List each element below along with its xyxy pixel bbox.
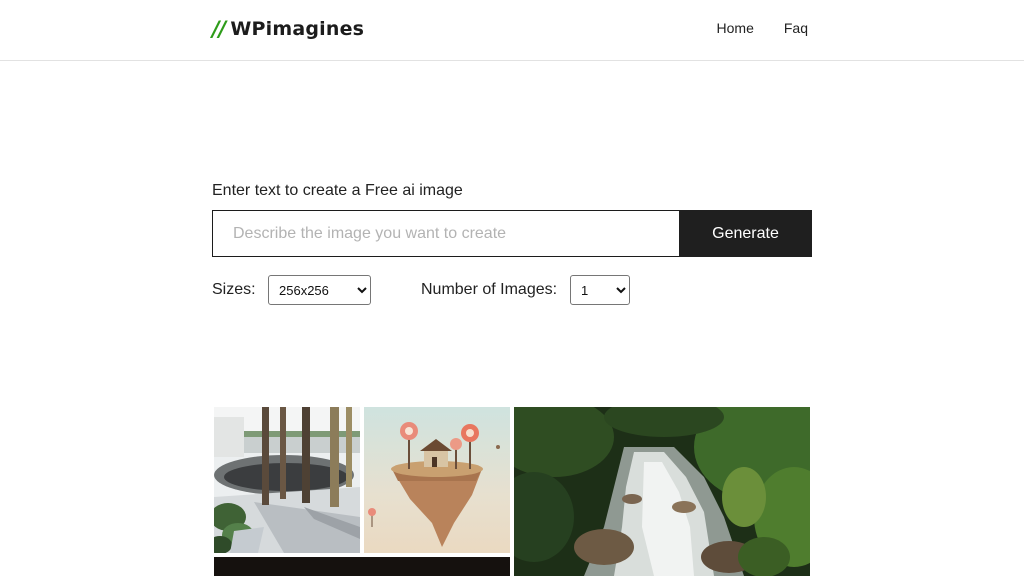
gallery-image-courtyard[interactable]: [214, 407, 360, 553]
waterfall-image: [514, 407, 810, 576]
generation-options: Sizes: 256x256 Number of Images: 1: [212, 275, 812, 305]
nav-home-link[interactable]: Home: [717, 20, 754, 36]
generate-button[interactable]: Generate: [679, 210, 812, 257]
floating-island-image: [364, 407, 510, 553]
sizes-label: Sizes:: [212, 281, 256, 298]
courtyard-image: [214, 407, 360, 553]
gallery-image-dark[interactable]: [214, 557, 510, 576]
prompt-label: Enter text to create a Free ai image: [212, 182, 463, 199]
gallery-image-floating-island[interactable]: [364, 407, 510, 553]
logo-text: WPimagines: [230, 18, 365, 40]
prompt-form: Generate: [212, 210, 812, 257]
prompt-input[interactable]: [212, 210, 679, 257]
size-select[interactable]: 256x256: [268, 275, 371, 305]
nav-faq-link[interactable]: Faq: [784, 20, 808, 36]
site-header: // WPimagines Home Faq: [0, 0, 1024, 61]
logo-slashes-icon: //: [212, 17, 226, 41]
number-of-images-select[interactable]: 1: [570, 275, 630, 305]
image-gallery: [214, 407, 810, 576]
site-logo[interactable]: // WPimagines: [212, 17, 364, 41]
main-nav: Home Faq: [717, 20, 808, 36]
number-of-images-label: Number of Images:: [421, 281, 558, 298]
gallery-image-waterfall[interactable]: [514, 407, 810, 576]
